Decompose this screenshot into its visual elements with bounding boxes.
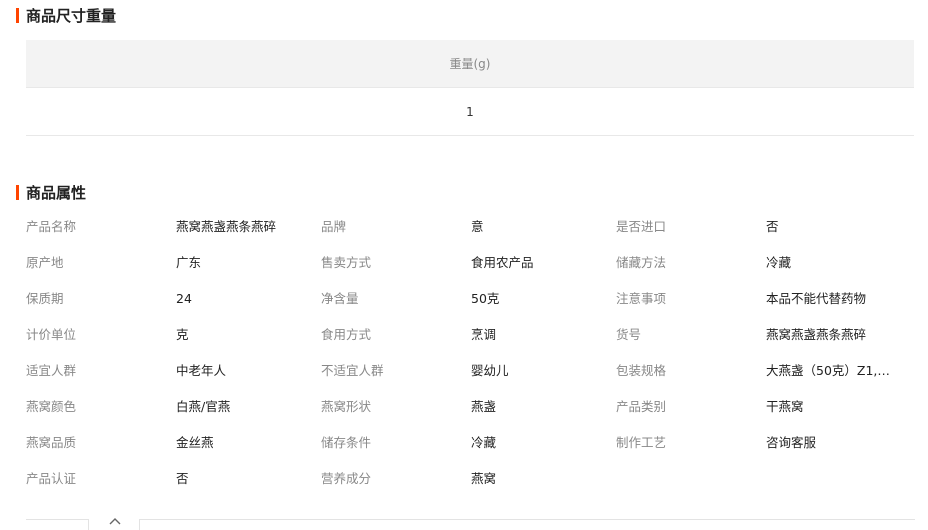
attr-value: 广东 [176,255,202,270]
weight-value-cell: 1 [466,104,474,119]
attr-section-title-text: 商品属性 [26,183,87,202]
attr-row: 计价单位 克 食用方式 烹调 货号 燕窝燕盏燕条燕碎 [26,317,914,353]
attr-value: 24 [176,291,192,306]
attr-label: 计价单位 [26,327,77,342]
attr-label: 适宜人群 [26,363,77,378]
attr-value: 干燕窝 [766,399,804,414]
attr-value: 白燕/官燕 [176,399,231,414]
product-detail-page: 商品尺寸重量 重量(g) 1 商品属性 产品名称 燕窝燕盏燕条燕碎 品牌意是否进口否… [0,0,928,530]
attr-value: 中老年人 [176,363,227,378]
attr-row: 产品名称 燕窝燕盏燕条燕碎 品牌 意 是否进口 否 [26,209,914,245]
attr-label: 产品名称 [26,219,77,234]
attr-value: 金丝燕 [176,435,214,450]
attr-value: 50克 [471,291,500,306]
attr-value: 大燕盏（50克）Z1,中… [766,363,892,378]
attr-label: 食用方式 [321,327,372,342]
weight-table-row: 1 [26,88,914,136]
attr-label: 产品认证 [26,471,77,486]
attr-row: 燕窝颜色 白燕/官燕 燕窝形状 燕盏 产品类别 干燕窝 [26,389,914,425]
attr-label: 品牌 [321,219,347,234]
attr-value: 冷藏 [471,435,497,450]
attr-value: 燕窝 [471,471,497,486]
attr-value: 否 [766,219,779,234]
attr-label: 储藏方法 [616,255,667,270]
attr-label: 燕窝品质 [26,435,77,450]
attr-row: 燕窝品质 金丝燕 储存条件 冷藏 制作工艺 咨询客服 [26,425,914,461]
section-accent-bar [16,7,19,23]
attr-label: 售卖方式 [321,255,372,270]
attr-value: 燕窝燕盏燕条燕碎 [176,219,277,234]
attr-label: 原产地 [26,255,64,270]
attribute-grid: 产品名称 燕窝燕盏燕条燕碎 品牌意是否进口否原产地 广东 售卖方式 食用农产品 储藏方法 冷藏… [26,209,914,497]
attr-value: 克 [176,327,189,342]
weight-header-cell: 重量(g) [449,57,491,71]
attr-label: 不适宜人群 [321,363,384,378]
attr-label: 是否进口 [616,219,667,234]
attr-value: 意 [471,219,484,234]
attr-value: 燕窝燕盏燕条燕碎 [766,327,867,342]
attr-label: 产品类别 [616,399,667,414]
attr-row: 保质期 24 净含量 50克 注意事项 本品不能代替药物 [26,281,914,317]
attr-value: 婴幼儿 [471,363,509,378]
weight-table-header: 重量(g) [26,40,914,88]
attr-label: 储存条件 [321,435,372,450]
attr-label: 保质期 [26,291,64,306]
attr-value: 燕盏 [471,399,497,414]
chevron-up-icon[interactable] [108,517,122,529]
attr-row: 原产地 广东 售卖方式 食用农产品 储藏方法 冷藏 [26,245,914,281]
size-section-title: 商品尺寸重量 [16,6,117,25]
bottom-tab-bar [26,517,915,530]
attr-row: 适宜人群 中老年人 不适宜人群 婴幼儿 包装规格 大燕盏（50克）Z1,中… [26,353,914,389]
attr-label: 燕窝颜色 [26,399,77,414]
bottom-tab-left[interactable] [26,519,89,530]
attr-label: 制作工艺 [616,435,667,450]
attr-row: 产品认证 否 营养成分 燕窝 [26,461,914,497]
attr-section-title: 商品属性 [16,183,87,202]
attr-value: 本品不能代替药物 [766,291,867,306]
bottom-tab-right[interactable] [139,519,915,530]
attr-label: 营养成分 [321,471,372,486]
attr-value: 冷藏 [766,255,792,270]
attr-value: 食用农产品 [471,255,534,270]
attr-value: 烹调 [471,327,497,342]
section-accent-bar [16,184,19,200]
attr-label: 燕窝形状 [321,399,372,414]
attr-label: 货号 [616,327,642,342]
weight-table: 重量(g) 1 [26,40,914,136]
attr-value: 咨询客服 [766,435,817,450]
attr-value: 否 [176,471,189,486]
attr-label: 净含量 [321,291,359,306]
attr-label: 注意事项 [616,291,667,306]
size-section-title-text: 商品尺寸重量 [26,6,117,25]
attr-label: 包装规格 [616,363,667,378]
